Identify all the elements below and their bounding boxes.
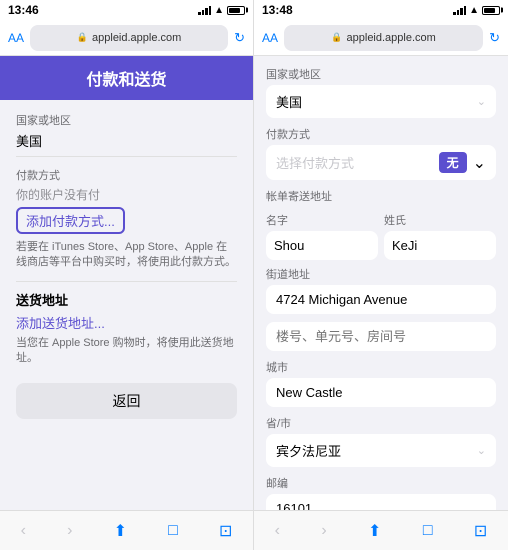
right-payment-group: 付款方式 选择付款方式 无 ⌄ [266,126,496,180]
left-country-label: 国家或地区 [16,112,237,128]
left-page-header: 付款和送货 [0,56,253,100]
right-reload-icon[interactable]: ↻ [489,30,500,46]
left-status-bar: 13:46 ▲ [0,0,253,20]
right-time: 13:48 [262,3,293,17]
left-reload-icon[interactable]: ↻ [234,30,245,46]
right-street-input[interactable] [266,285,496,314]
left-wifi-icon: ▲ [214,5,224,16]
left-payment-desc: 若要在 iTunes Store、App Store、Apple 在线商店等平台… [16,240,237,271]
right-bottom-toolbar: ‹ › ⬆ □ ⊡ [254,510,508,550]
right-lock-icon: 🔒 [331,32,342,43]
right-state-chevron: ⌄ [477,444,486,457]
left-toolbar-share[interactable]: ⬆ [106,517,135,545]
left-content: 国家或地区 美国 付款方式 你的账户没有付 添加付款方式... 若要在 iTun… [0,100,253,510]
left-shipping-title: 送货地址 [16,290,237,309]
right-billing-label: 帐单寄送地址 [266,188,496,204]
right-payment-chevron: ⌄ [473,153,486,173]
right-toolbar-back[interactable]: ‹ [267,518,288,544]
left-add-payment-button[interactable]: 添加付款方式... [16,207,125,234]
left-time: 13:46 [8,3,39,17]
left-toolbar-back[interactable]: ‹ [13,518,34,544]
right-first-name-label: 名字 [266,212,378,228]
right-zip-input[interactable] [266,494,496,510]
right-battery-icon [482,6,500,15]
right-city-input[interactable] [266,378,496,407]
right-toolbar-forward[interactable]: › [313,518,334,544]
right-panel: 13:48 ▲ AA 🔒 appleid.apple.com ↻ 国家或地区 [254,0,508,550]
right-last-name-label: 姓氏 [384,212,496,228]
right-payment-label: 付款方式 [266,126,496,142]
right-payment-placeholder: 选择付款方式 [276,153,439,172]
left-status-icons: ▲ [198,5,245,16]
right-city-label: 城市 [266,359,496,375]
right-apt-input[interactable] [266,322,496,351]
left-battery-icon [227,6,245,15]
left-bottom-toolbar: ‹ › ⬆ □ ⊡ [0,510,253,550]
left-country-value: 美国 [16,131,237,150]
right-url-text: appleid.apple.com [347,32,436,44]
right-billing-group: 帐单寄送地址 [266,188,496,204]
right-city-group: 城市 [266,359,496,407]
left-url-bar[interactable]: 🔒 appleid.apple.com [30,25,228,51]
right-street-group: 街道地址 [266,266,496,314]
right-country-value: 美国 [276,92,302,111]
left-signal-icon [198,5,211,15]
left-toolbar-forward[interactable]: › [59,518,80,544]
right-none-badge: 无 [439,152,467,173]
left-panel: 13:46 ▲ AA 🔒 appleid.apple.com ↻ 付款和送货 国… [0,0,254,550]
right-toolbar-share[interactable]: ⬆ [360,517,389,545]
right-wifi-icon: ▲ [469,5,479,16]
right-state-value: 宾夕法尼亚 [276,441,341,460]
right-street-label: 街道地址 [266,266,496,282]
right-status-icons: ▲ [453,5,500,16]
right-country-chevron: ⌄ [477,95,486,108]
right-zip-label: 邮编 [266,475,496,491]
right-state-group: 省/市 宾夕法尼亚 ⌄ [266,415,496,467]
right-first-name-input[interactable] [266,231,378,260]
right-last-name-group: 姓氏 [384,212,496,260]
right-status-bar: 13:48 ▲ [254,0,508,20]
right-signal-icon [453,5,466,15]
right-first-name-group: 名字 [266,212,378,260]
right-state-input[interactable]: 宾夕法尼亚 ⌄ [266,434,496,467]
right-name-row: 名字 姓氏 [266,212,496,260]
left-toolbar-bookmarks[interactable]: □ [160,518,186,544]
left-divider-1 [16,156,237,157]
left-divider-2 [16,281,237,282]
right-country-group: 国家或地区 美国 ⌄ [266,66,496,118]
right-payment-row[interactable]: 选择付款方式 无 ⌄ [266,145,496,180]
right-address-bar: AA 🔒 appleid.apple.com ↻ [254,20,508,56]
right-content: 国家或地区 美国 ⌄ 付款方式 选择付款方式 无 ⌄ 帐单寄送地址 名字 姓氏 [254,56,508,510]
left-url-text: appleid.apple.com [92,32,181,44]
left-shipping-desc: 当您在 Apple Store 购物时，将使用此送货地址。 [16,336,237,367]
right-state-label: 省/市 [266,415,496,431]
right-toolbar-bookmarks[interactable]: □ [415,518,441,544]
left-aa-button[interactable]: AA [8,31,24,45]
right-toolbar-tabs[interactable]: ⊡ [466,517,495,545]
right-country-input[interactable]: 美国 ⌄ [266,85,496,118]
left-page-title: 付款和送货 [16,66,237,90]
left-lock-icon: 🔒 [77,32,88,43]
left-address-bar: AA 🔒 appleid.apple.com ↻ [0,20,253,56]
right-aa-button[interactable]: AA [262,31,278,45]
right-country-label: 国家或地区 [266,66,496,82]
right-apt-group [266,322,496,351]
left-add-shipping-button[interactable]: 添加送货地址... [16,313,237,332]
left-no-payment-text: 你的账户没有付 [16,186,237,203]
left-toolbar-tabs[interactable]: ⊡ [211,517,240,545]
right-last-name-input[interactable] [384,231,496,260]
left-payment-label: 付款方式 [16,167,237,183]
right-url-bar[interactable]: 🔒 appleid.apple.com [284,25,483,51]
right-zip-group: 邮编 [266,475,496,510]
left-back-button[interactable]: 返回 [16,383,237,419]
